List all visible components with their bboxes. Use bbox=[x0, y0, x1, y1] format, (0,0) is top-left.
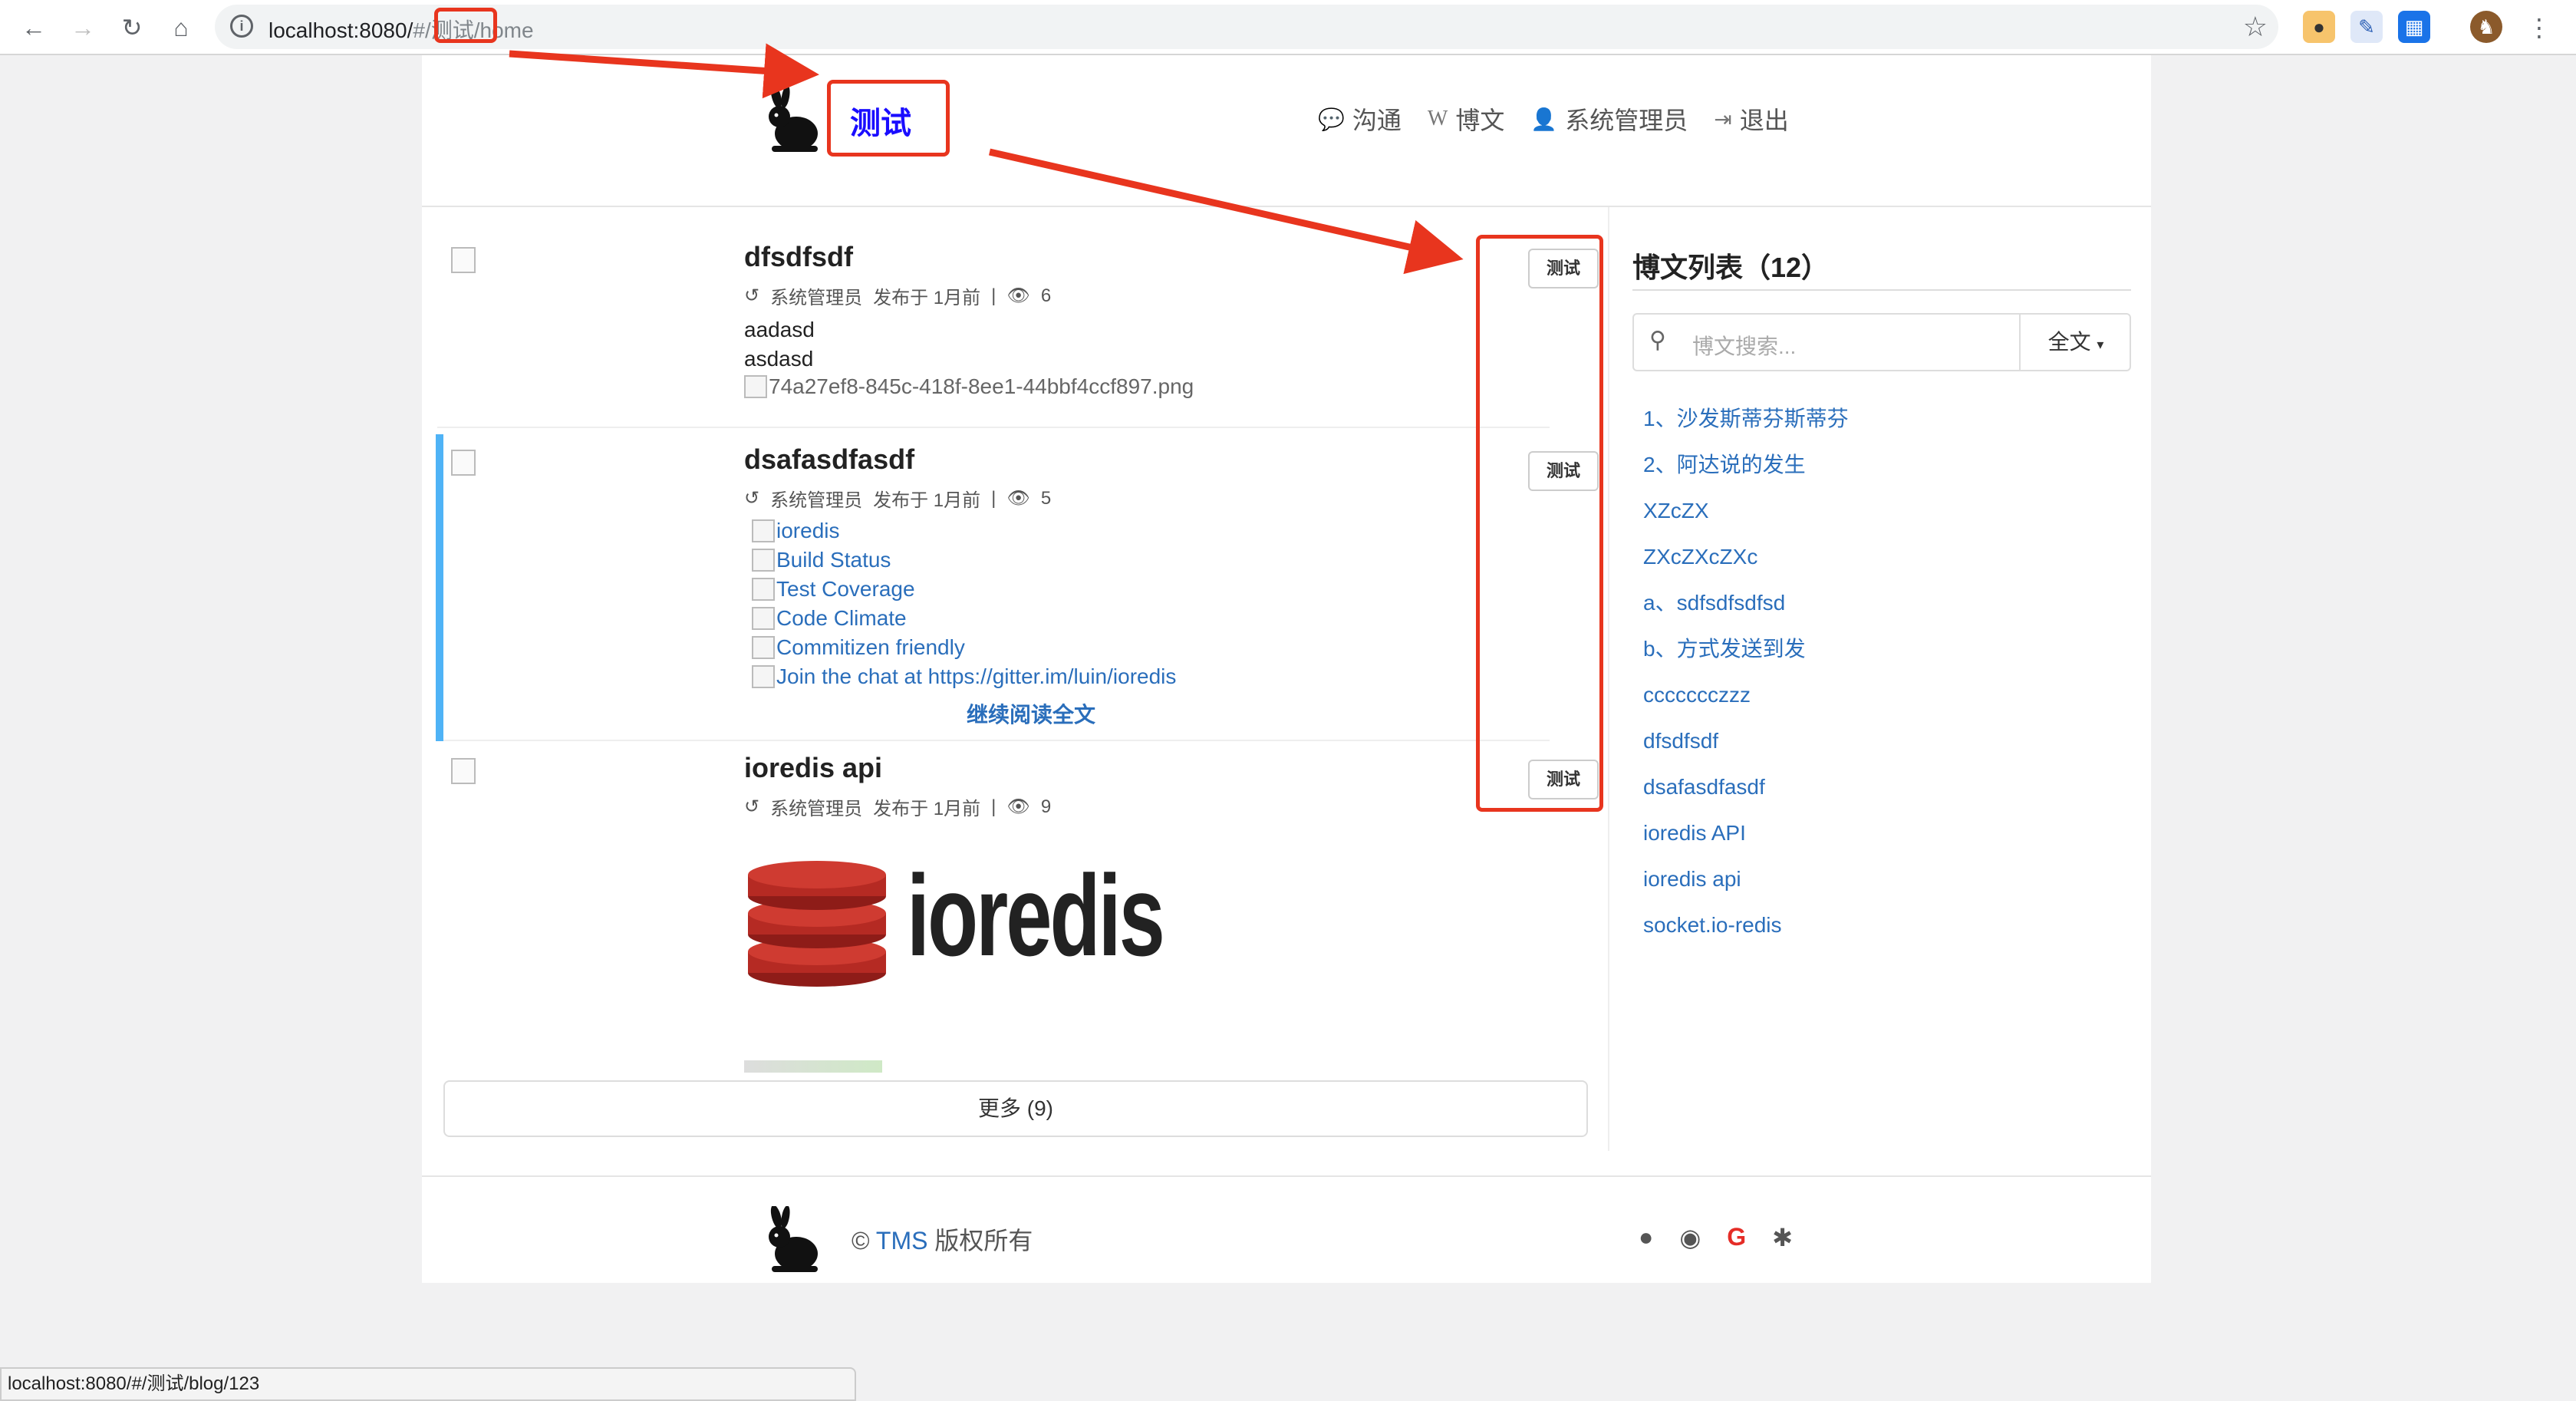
arrow-to-brand bbox=[509, 43, 819, 99]
status-bar-url: localhost:8080/#/测试/blog/123 bbox=[0, 1367, 856, 1401]
annotation-arrows bbox=[509, 43, 1464, 275]
arrow-to-tags bbox=[989, 148, 1464, 275]
